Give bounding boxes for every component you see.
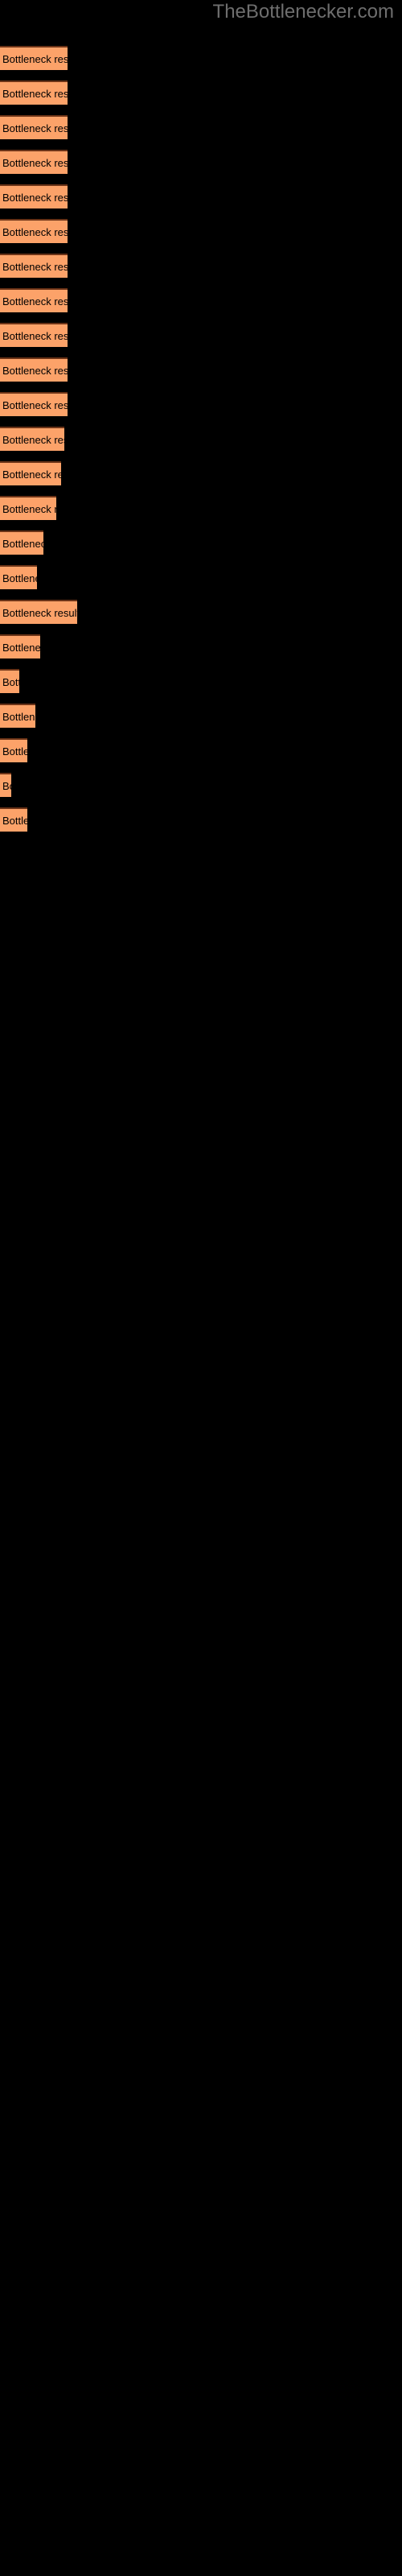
bar-label: Bottleneck result [2, 607, 77, 619]
bar-label: Bottleneck result [2, 780, 11, 792]
bar-7[interactable]: Bottleneck result [0, 254, 68, 278]
bar-3[interactable]: Bottleneck result [0, 115, 68, 139]
bar-5[interactable]: Bottleneck result [0, 184, 68, 208]
bottleneck-bar-chart: TheBottlenecker.com Bottleneck resultBot… [0, 0, 402, 2576]
bar-label: Bottleneck result [2, 192, 68, 204]
bar-row: Bottleneck result [0, 254, 402, 288]
bar-row: Bottleneck result [0, 392, 402, 427]
bar-row: Bottleneck result [0, 427, 402, 461]
bar-row: Bottleneck result [0, 288, 402, 323]
bar-list: Bottleneck result Bottleneck result Bottle… [0, 46, 402, 842]
bar-row: Bottleneck result [0, 150, 402, 184]
bar-8[interactable]: Bottleneck result [0, 288, 68, 312]
bar-6[interactable]: Bottleneck result [0, 219, 68, 243]
bar-label: Bottleneck result [2, 53, 68, 65]
bar-15[interactable]: Bottleneck result [0, 530, 43, 555]
bar-16[interactable]: Bottleneck result [0, 565, 37, 589]
bar-label: Bottleneck result [2, 815, 27, 827]
bar-4[interactable]: Bottleneck result [0, 150, 68, 174]
bar-row: Bottleneck result [0, 704, 402, 738]
bar-19[interactable]: Bottleneck result [0, 669, 19, 693]
bar-9[interactable]: Bottleneck result [0, 323, 68, 347]
bar-row: Bottleneck result [0, 738, 402, 773]
bar-13[interactable]: Bottleneck result [0, 461, 61, 485]
bar-label: Bottleneck result [2, 157, 68, 169]
bar-row: Bottleneck result [0, 634, 402, 669]
bar-row: Bottleneck result [0, 115, 402, 150]
bar-11[interactable]: Bottleneck result [0, 392, 68, 416]
bar-22[interactable]: Bottleneck result [0, 773, 11, 797]
bar-20[interactable]: Bottleneck result [0, 704, 35, 728]
bar-1[interactable]: Bottleneck result [0, 46, 68, 70]
bar-label: Bottleneck result [2, 572, 37, 584]
bar-row: Bottleneck result [0, 773, 402, 807]
bar-label: Bottleneck result [2, 711, 35, 723]
bar-label: Bottleneck result [2, 469, 61, 481]
bar-label: Bottleneck result [2, 745, 27, 758]
bar-row: Bottleneck result [0, 461, 402, 496]
bar-label: Bottleneck result [2, 503, 56, 515]
bar-row: Bottleneck result [0, 80, 402, 115]
bar-row: Bottleneck result [0, 219, 402, 254]
bar-21[interactable]: Bottleneck result [0, 738, 27, 762]
bar-label: Bottleneck result [2, 399, 68, 411]
bar-row: Bottleneck result [0, 807, 402, 842]
bar-17[interactable]: Bottleneck result [0, 600, 77, 624]
bar-label: Bottleneck result [2, 365, 68, 377]
bar-row: Bottleneck result [0, 530, 402, 565]
bar-row: Bottleneck result [0, 357, 402, 392]
bar-label: Bottleneck result [2, 295, 68, 308]
page-title: TheBottlenecker.com [212, 1, 394, 23]
bar-12[interactable]: Bottleneck result [0, 427, 64, 451]
bar-label: Bottleneck result [2, 330, 68, 342]
bar-label: Bottleneck result [2, 642, 40, 654]
bar-label: Bottleneck result [2, 676, 19, 688]
bar-row: Bottleneck result [0, 565, 402, 600]
bar-row: Bottleneck result [0, 600, 402, 634]
bar-row: Bottleneck result [0, 46, 402, 80]
bar-row: Bottleneck result [0, 323, 402, 357]
bar-row: Bottleneck result [0, 669, 402, 704]
bar-label: Bottleneck result [2, 261, 68, 273]
bar-2[interactable]: Bottleneck result [0, 80, 68, 105]
bar-14[interactable]: Bottleneck result [0, 496, 56, 520]
bar-row: Bottleneck result [0, 184, 402, 219]
bar-label: Bottleneck result [2, 434, 64, 446]
bar-label: Bottleneck result [2, 226, 68, 238]
bar-10[interactable]: Bottleneck result [0, 357, 68, 382]
bar-label: Bottleneck result [2, 538, 43, 550]
bar-18[interactable]: Bottleneck result [0, 634, 40, 658]
bar-23[interactable]: Bottleneck result [0, 807, 27, 832]
bar-label: Bottleneck result [2, 122, 68, 134]
bar-label: Bottleneck result [2, 88, 68, 100]
bar-row: Bottleneck result [0, 496, 402, 530]
